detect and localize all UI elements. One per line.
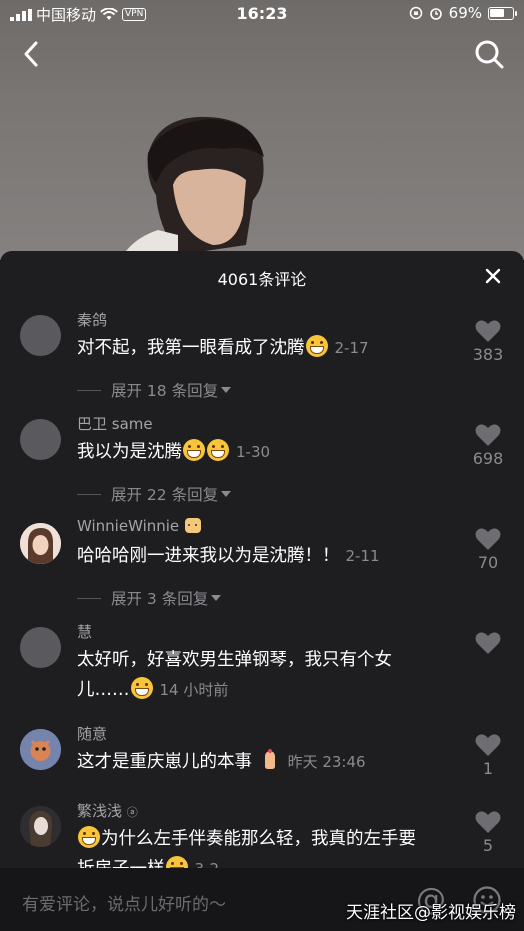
comment-time: 2-17	[334, 339, 369, 357]
expand-replies-label: 展开 3 条回复	[111, 590, 209, 608]
comment-username[interactable]: 繁浅浅 ⓐ	[77, 800, 138, 821]
expand-replies-label: 展开 22 条回复	[111, 486, 219, 504]
battery-icon	[488, 6, 517, 20]
comment-username[interactable]: 巴卫 same	[77, 413, 153, 434]
like-count: 5	[482, 836, 494, 855]
comment-text: 这才是重庆崽儿的本事 昨天 23:46	[77, 747, 467, 777]
badge-icon: ⓐ	[126, 806, 138, 819]
heart-icon[interactable]	[475, 319, 501, 343]
like-button[interactable]: 698	[470, 423, 506, 468]
like-count: 383	[472, 345, 504, 364]
rotation-lock-icon	[409, 6, 422, 20]
divider-line	[77, 597, 101, 599]
expand-replies-link[interactable]: 展开 18 条回复	[77, 379, 232, 401]
comment-body-line-2: 儿…… 14 小时前	[77, 675, 467, 705]
avatar[interactable]	[20, 729, 61, 770]
comment-time: 1-30	[236, 443, 271, 461]
comment-text: 我以为是沈腾 1-30	[77, 437, 467, 467]
avatar[interactable]	[20, 806, 61, 847]
heart-icon[interactable]	[475, 733, 501, 757]
like-button[interactable]: 383	[470, 319, 506, 364]
comment-username[interactable]: 随意	[77, 723, 107, 744]
watermark: 天涯社区@影视娱乐榜	[346, 903, 516, 923]
expand-replies-label: 展开 18 条回复	[111, 382, 219, 400]
comment-count-title: 4061条评论	[217, 270, 307, 289]
search-icon[interactable]	[474, 38, 504, 70]
heart-icon[interactable]	[475, 810, 501, 834]
comment-text: 哈哈哈刚一进来我以为是沈腾！！ 2-11	[77, 541, 467, 571]
tears-of-joy-emoji	[130, 677, 153, 699]
avatar[interactable]	[20, 419, 61, 460]
comment-username[interactable]: 慧	[77, 621, 92, 642]
chevron-left-icon[interactable]	[18, 38, 46, 70]
like-count: 70	[477, 553, 499, 572]
avatar[interactable]	[20, 523, 61, 564]
avatar-photo	[20, 729, 61, 770]
comment-body-line: 太好听，好喜欢男生弹钢琴，我只有个女	[77, 650, 392, 670]
comment-text: 太好听，好喜欢男生弹钢琴，我只有个女 儿…… 14 小时前	[77, 645, 467, 705]
comment-body-line-1: 为什么左手伴奏能那么轻，我真的左手要	[77, 824, 467, 854]
caret-down-icon	[221, 491, 232, 497]
comment-username[interactable]: 秦鸽	[77, 309, 107, 330]
video-background[interactable]	[0, 0, 524, 260]
comment-body: 对不起，我第一眼看成了沈腾	[77, 338, 305, 358]
comment-body: 我以为是沈腾	[77, 442, 182, 462]
comment-body-line: 儿……	[77, 680, 130, 700]
like-button[interactable]: 1	[470, 733, 506, 778]
grin-emoji	[305, 335, 328, 357]
like-count: 698	[472, 449, 504, 468]
like-button[interactable]: 70	[470, 527, 506, 572]
finger-heart-emoji	[259, 749, 281, 771]
comment-time: 14 小时前	[159, 681, 229, 699]
status-bar: 中国移动 VPN 16:23 69%	[0, 0, 524, 28]
caret-down-icon	[211, 595, 222, 601]
comment-body-line: 为什么左手伴奏能那么轻，我真的左手要	[101, 829, 416, 849]
divider-line	[77, 389, 101, 391]
comment-sheet: 4061条评论 秦鸽 对不起，我第一眼看成了沈腾 2-17 383 展开 18 条…	[0, 251, 524, 931]
like-button[interactable]: 5	[470, 810, 506, 855]
comment-time: 昨天 23:46	[287, 753, 366, 771]
username-text[interactable]: WinnieWinnie	[77, 517, 179, 535]
caret-down-icon	[221, 387, 232, 393]
close-icon[interactable]	[482, 265, 504, 287]
like-button[interactable]	[470, 631, 506, 655]
like-count: 1	[482, 759, 494, 778]
battery-percent: 69%	[448, 4, 482, 22]
username-text[interactable]: 繁浅浅	[77, 802, 122, 820]
avatar-photo	[20, 806, 61, 847]
comment-body: 哈哈哈刚一进来我以为是沈腾！！	[77, 546, 340, 566]
flushed-emoji	[78, 826, 100, 848]
avatar-photo	[20, 523, 61, 564]
comment-time: 2-11	[345, 547, 380, 565]
divider-line	[77, 493, 101, 495]
heart-icon[interactable]	[475, 527, 501, 551]
comment-body: 这才是重庆崽儿的本事	[77, 752, 252, 772]
expand-replies-link[interactable]: 展开 22 条回复	[77, 483, 232, 505]
person-in-video	[120, 116, 264, 260]
alarm-icon	[429, 8, 442, 20]
comment-text: 对不起，我第一眼看成了沈腾 2-17	[77, 333, 467, 363]
tears-of-joy-emoji	[183, 439, 205, 461]
cat-emoji	[184, 518, 201, 533]
tears-of-joy-emoji	[207, 439, 229, 461]
avatar[interactable]	[20, 315, 61, 356]
avatar[interactable]	[20, 627, 61, 668]
heart-icon[interactable]	[475, 631, 501, 655]
comment-input[interactable]: 有爱评论，说点儿好听的～	[22, 890, 226, 915]
heart-icon[interactable]	[475, 423, 501, 447]
expand-replies-link[interactable]: 展开 3 条回复	[77, 587, 222, 609]
comment-username[interactable]: WinnieWinnie	[77, 517, 202, 535]
